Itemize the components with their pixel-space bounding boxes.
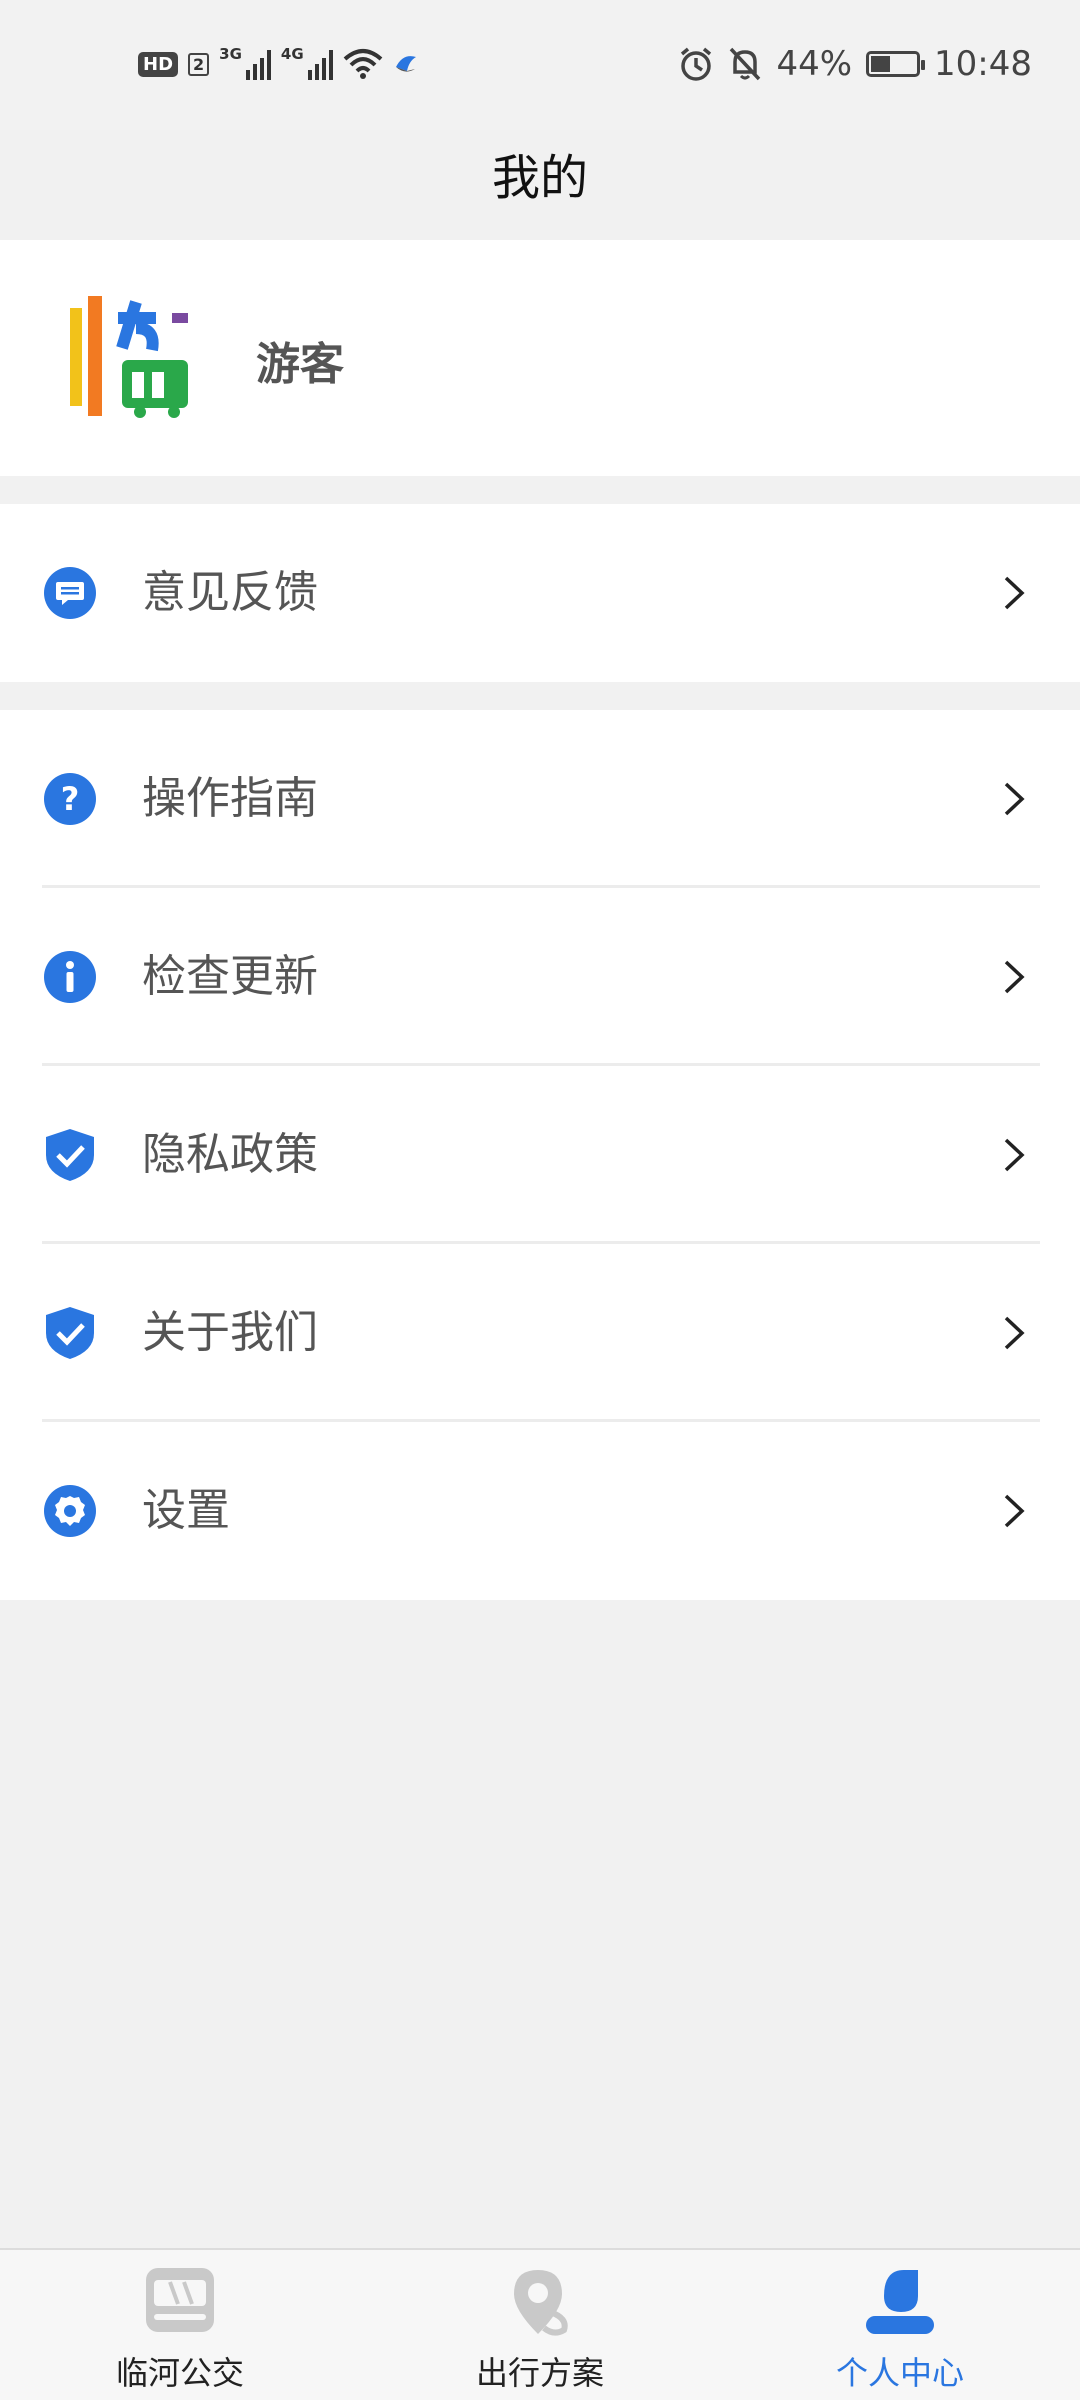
- menu-group-main: ? 操作指南 检查更新 隐私政策 关于我们 设置: [0, 710, 1080, 1600]
- signal-icon: [307, 48, 333, 80]
- nav-item-profile[interactable]: 个人中心: [720, 2250, 1080, 2400]
- menu-label: 隐私政策: [142, 1129, 318, 1180]
- menu-item-guide[interactable]: ? 操作指南: [0, 710, 1080, 888]
- clock: 10:48: [934, 44, 1032, 84]
- chevron-right-icon: [1004, 576, 1025, 610]
- page-title: 我的: [491, 150, 588, 206]
- menu-item-privacy[interactable]: 隐私政策: [0, 1066, 1080, 1244]
- app-logo: [70, 296, 188, 418]
- hd-badge: HD: [138, 51, 179, 77]
- menu-label: 关于我们: [142, 1307, 318, 1358]
- status-right: 44% 10:48: [678, 40, 1032, 88]
- menu-label: 设置: [142, 1485, 230, 1536]
- battery-icon: [866, 51, 926, 77]
- app-notification-icon: [395, 56, 416, 72]
- nav-item-trip-plan[interactable]: 出行方案: [360, 2250, 720, 2400]
- shield-check-icon: [46, 1129, 94, 1181]
- menu-label: 操作指南: [142, 773, 318, 824]
- network-type-1: 3G: [219, 45, 242, 63]
- info-icon: [44, 951, 96, 1003]
- shield-check-icon: [46, 1307, 94, 1359]
- nav-label: 个人中心: [835, 2354, 964, 2392]
- nav-label: 出行方案: [475, 2354, 604, 2392]
- chevron-right-icon: [1004, 782, 1025, 816]
- nav-label: 临河公交: [115, 2354, 244, 2392]
- location-pin-icon: [514, 2270, 568, 2336]
- sim-number: 2: [188, 52, 210, 76]
- bus-icon: [146, 2268, 214, 2332]
- chevron-right-icon: [1004, 1316, 1025, 1350]
- network-type-2: 4G: [280, 45, 304, 63]
- menu-item-feedback[interactable]: 意见反馈: [0, 504, 1080, 682]
- mute-bell-icon: [730, 47, 761, 81]
- menu-item-about[interactable]: 关于我们: [0, 1244, 1080, 1422]
- svg-text:?: ?: [61, 780, 80, 818]
- profile-card[interactable]: 游客: [0, 240, 1080, 476]
- wifi-icon: [343, 49, 382, 79]
- feedback-icon: [44, 567, 96, 619]
- signal-icon: [245, 48, 271, 80]
- battery-percent: 44%: [776, 44, 853, 84]
- gear-icon: [44, 1485, 96, 1537]
- nav-item-bus[interactable]: 临河公交: [0, 2250, 360, 2400]
- status-left: HD 2 3G 4G: [138, 40, 419, 88]
- person-icon: [866, 2270, 934, 2334]
- user-name: 游客: [256, 339, 344, 390]
- menu-item-check-update[interactable]: 检查更新: [0, 888, 1080, 1066]
- help-icon: ?: [44, 773, 96, 825]
- alarm-icon: [681, 47, 712, 81]
- menu-label: 意见反馈: [142, 567, 318, 618]
- bottom-nav: 临河公交 出行方案 个人中心: [0, 2248, 1080, 2400]
- menu-item-settings[interactable]: 设置: [0, 1422, 1080, 1600]
- status-bar: HD 2 3G 4G 44% 10:48: [0, 0, 1080, 130]
- chevron-right-icon: [1004, 1138, 1025, 1172]
- menu-label: 检查更新: [142, 951, 318, 1002]
- chevron-right-icon: [1004, 960, 1025, 994]
- menu-group-feedback: 意见反馈: [0, 504, 1080, 682]
- chevron-right-icon: [1004, 1494, 1025, 1528]
